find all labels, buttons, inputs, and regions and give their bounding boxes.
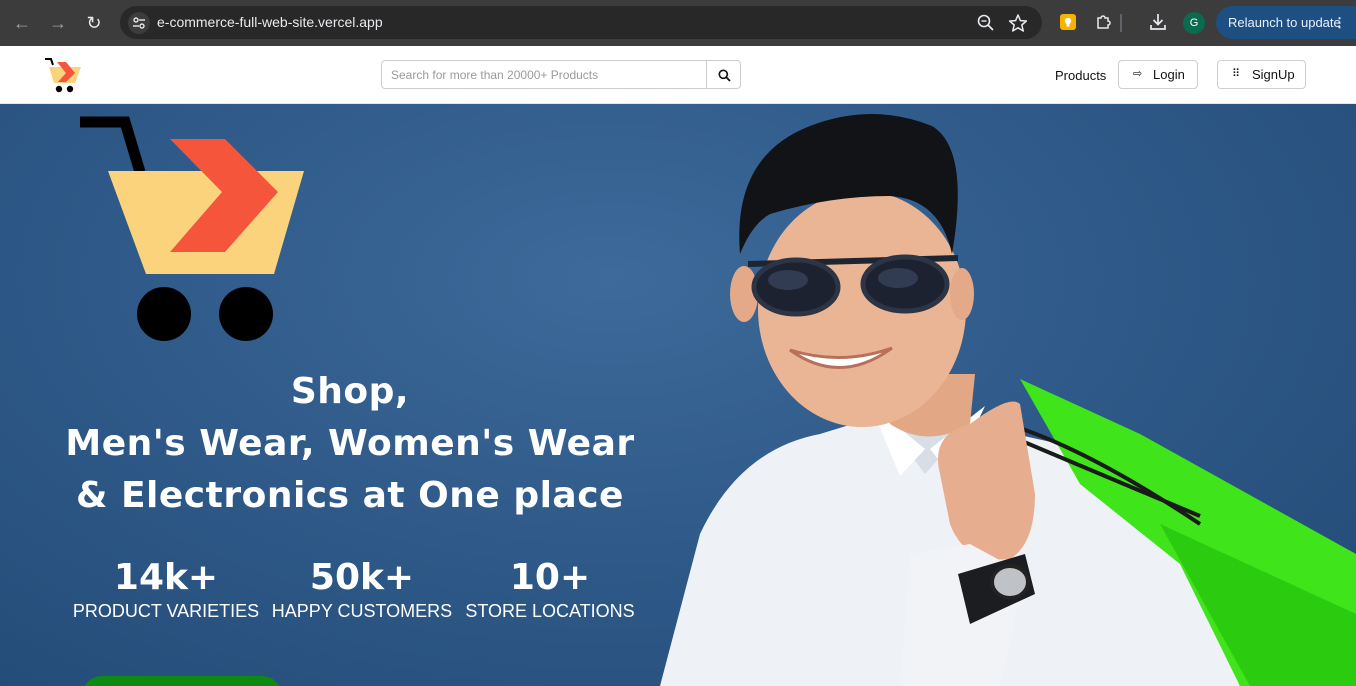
reload-icon[interactable]: ↻: [82, 11, 106, 35]
zoom-icon[interactable]: [976, 13, 996, 33]
headline-line-2: Men's Wear, Women's Wear: [65, 423, 635, 464]
bookmark-star-icon[interactable]: [1008, 13, 1028, 33]
search-bar: [381, 60, 741, 89]
stat-product-varieties: 14k+ PRODUCT VARIETIES: [66, 556, 266, 622]
signup-icon: ⠿: [1232, 68, 1241, 80]
stat-label: HAPPY CUSTOMERS: [271, 601, 453, 621]
hero-banner: Shop, Men's Wear, Women's Wear & Electro…: [0, 104, 1356, 686]
toolbar-divider: [1120, 14, 1122, 32]
forward-arrow-icon[interactable]: →: [46, 11, 70, 35]
hero-photo-shopper: [640, 104, 1356, 686]
menu-dots-icon[interactable]: ⋮: [1333, 6, 1346, 39]
search-icon: [718, 69, 731, 82]
stat-happy-customers: 50k+ HAPPY CUSTOMERS: [262, 556, 462, 622]
login-label: Login: [1153, 67, 1185, 82]
relaunch-button[interactable]: Relaunch to update ⋮: [1216, 6, 1356, 39]
search-input[interactable]: [381, 60, 707, 89]
hero-headline: Shop, Men's Wear, Women's Wear & Electro…: [60, 366, 640, 522]
login-button[interactable]: ⇨ Login: [1118, 60, 1198, 89]
site-settings-icon[interactable]: [128, 12, 150, 34]
stat-label: PRODUCT VARIETIES: [72, 601, 260, 621]
stat-label: STORE LOCATIONS: [465, 601, 635, 621]
login-icon: ⇨: [1133, 68, 1143, 80]
nav-products-link[interactable]: Products: [1055, 68, 1106, 83]
keep-extension-icon[interactable]: [1058, 12, 1078, 32]
brand-logo[interactable]: [44, 56, 82, 99]
signup-label: SignUp: [1252, 67, 1295, 82]
relaunch-label: Relaunch to update: [1228, 15, 1341, 30]
profile-avatar[interactable]: G: [1183, 12, 1205, 34]
signup-button[interactable]: ⠿ SignUp: [1217, 60, 1306, 89]
browser-toolbar: ← → ↻ e-commerce-full-web-site.vercel.ap…: [0, 0, 1356, 46]
url-text[interactable]: e-commerce-full-web-site.vercel.app: [157, 14, 383, 30]
shop-now-button[interactable]: [82, 676, 282, 686]
search-button[interactable]: [706, 60, 741, 89]
headline-line-3: & Electronics at One place: [76, 475, 624, 516]
headline-line-1: Shop,: [290, 371, 410, 412]
stat-value: 10+: [509, 557, 591, 598]
stat-store-locations: 10+ STORE LOCATIONS: [450, 556, 650, 622]
stat-value: 14k+: [113, 557, 219, 598]
site-header: Products ⇨ Login ⠿ SignUp: [0, 46, 1356, 104]
address-bar[interactable]: e-commerce-full-web-site.vercel.app: [120, 6, 1042, 39]
back-arrow-icon[interactable]: ←: [10, 11, 34, 35]
download-icon[interactable]: [1148, 12, 1168, 32]
extensions-puzzle-icon[interactable]: [1094, 12, 1114, 32]
hero-cart-logo: [80, 116, 310, 353]
stat-value: 50k+: [309, 557, 415, 598]
